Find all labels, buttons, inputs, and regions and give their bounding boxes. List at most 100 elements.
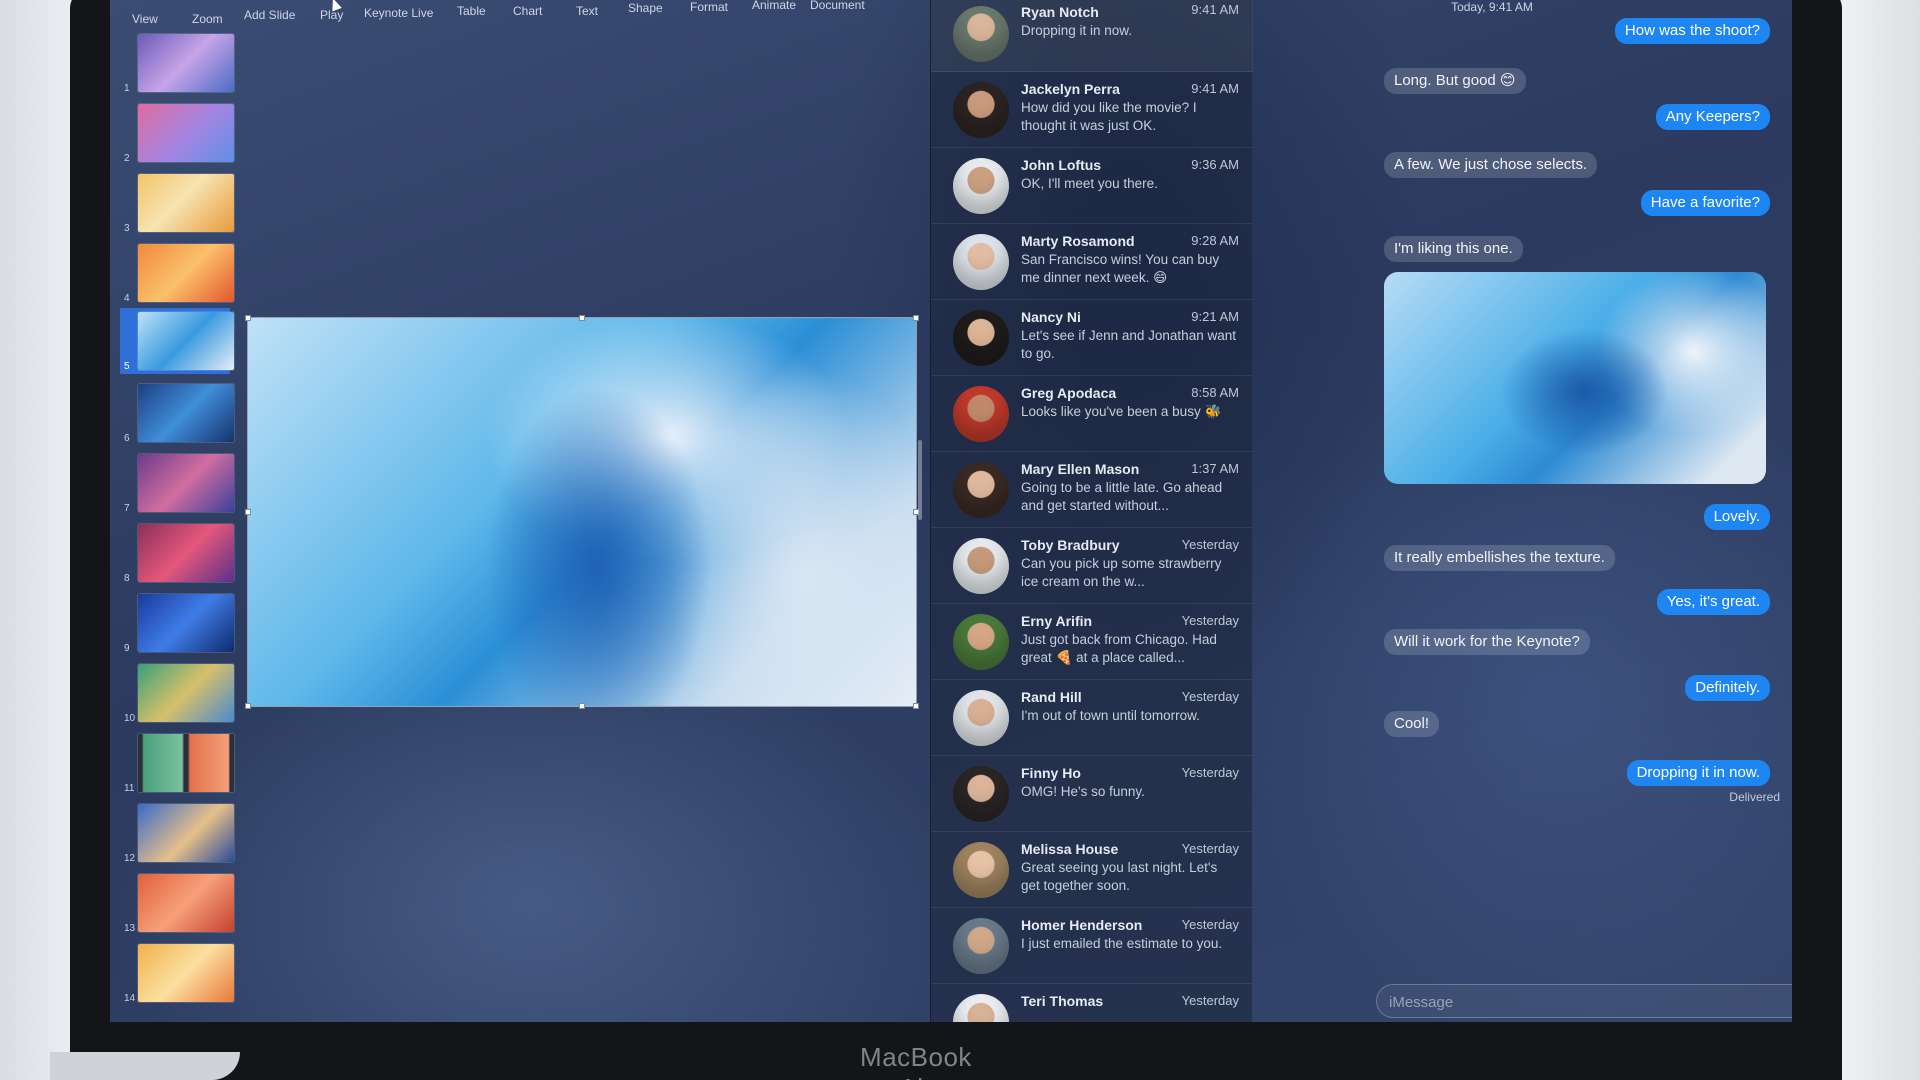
- message-preview: Great seeing you last night. Let's get t…: [1021, 860, 1218, 893]
- slide-thumbnail[interactable]: 13: [120, 870, 234, 936]
- toolbar-table[interactable]: Table: [457, 4, 486, 18]
- slide-number: 9: [124, 643, 130, 654]
- message-time: 9:36 AM: [1191, 157, 1239, 172]
- slide-thumbnail[interactable]: 3: [120, 170, 234, 236]
- resize-handle[interactable]: [913, 315, 919, 321]
- conversation-row[interactable]: Marty Rosamond 9:28 AM San Francisco win…: [931, 224, 1253, 300]
- conversation-row[interactable]: Teri Thomas Yesterday: [931, 984, 1253, 1022]
- message-bubble-incoming: Long. But good 😊: [1384, 68, 1526, 94]
- slide-thumbnail[interactable]: 1: [120, 30, 234, 96]
- toolbar-text[interactable]: Text: [576, 4, 598, 18]
- message-time: Yesterday: [1181, 765, 1239, 780]
- slide-thumbnail[interactable]: 12: [120, 800, 234, 866]
- slide-number: 14: [124, 993, 136, 1004]
- avatar: [953, 842, 1009, 898]
- resize-handle[interactable]: [579, 315, 585, 321]
- contact-name: Erny Arifin: [1021, 613, 1093, 629]
- avatar: [953, 386, 1009, 442]
- conversation-row[interactable]: Erny Arifin Yesterday Just got back from…: [931, 604, 1253, 680]
- slide-preview: [138, 874, 234, 932]
- resize-handle[interactable]: [245, 703, 251, 709]
- contact-name: Teri Thomas: [1021, 993, 1104, 1009]
- message-preview: OK, I'll meet you there.: [1021, 176, 1158, 191]
- toolbar-view[interactable]: View: [132, 12, 158, 26]
- split-view-divider[interactable]: [918, 440, 922, 520]
- conversation-row[interactable]: John Loftus 9:36 AM OK, I'll meet you th…: [931, 148, 1253, 224]
- contact-name: Jackelyn Perra: [1021, 81, 1120, 97]
- message-bubble-outgoing: Yes, it's great.: [1656, 589, 1770, 615]
- conversation-row[interactable]: Greg Apodaca 8:58 AM Looks like you've b…: [931, 376, 1253, 452]
- message-time: Yesterday: [1181, 917, 1239, 932]
- message-time: 8:58 AM: [1191, 385, 1239, 400]
- device-label: MacBook Air: [860, 1042, 972, 1080]
- message-time: 9:41 AM: [1191, 81, 1239, 96]
- resize-handle[interactable]: [245, 315, 251, 321]
- message-preview: How did you like the movie? I thought it…: [1021, 100, 1197, 133]
- message-bubble-outgoing: Any Keepers?: [1655, 104, 1770, 130]
- message-preview: Going to be a little late. Go ahead and …: [1021, 480, 1223, 513]
- slide-preview: [138, 454, 234, 512]
- toolbar-chart[interactable]: Chart: [513, 4, 542, 18]
- slide-thumbnail[interactable]: 14: [120, 940, 234, 1006]
- conversation-row[interactable]: Nancy Ni 9:21 AM Let's see if Jenn and J…: [931, 300, 1253, 376]
- toolbar-shape[interactable]: Shape: [628, 1, 663, 15]
- resize-handle[interactable]: [913, 703, 919, 709]
- slide-thumbnail[interactable]: 8: [120, 520, 234, 586]
- toolbar-zoom[interactable]: Zoom: [192, 12, 223, 26]
- avatar: [953, 918, 1009, 974]
- avatar: [953, 538, 1009, 594]
- message-input[interactable]: [1389, 991, 1749, 1013]
- slide-thumbnail-selected[interactable]: 5: [120, 308, 234, 374]
- message-time: Yesterday: [1181, 537, 1239, 552]
- slide-thumbnail[interactable]: 6: [120, 380, 234, 446]
- conversation-row[interactable]: Toby Bradbury Yesterday Can you pick up …: [931, 528, 1253, 604]
- contact-name: Marty Rosamond: [1021, 233, 1135, 249]
- message-bubble-outgoing: Dropping it in now.: [1626, 760, 1770, 786]
- avatar: [953, 462, 1009, 518]
- message-preview: Just got back from Chicago. Had great 🍕 …: [1021, 632, 1217, 665]
- conversation-row[interactable]: Rand Hill Yesterday I'm out of town unti…: [931, 680, 1253, 756]
- toolbar-add-slide[interactable]: Add Slide: [244, 8, 295, 22]
- conversation-row[interactable]: Finny Ho Yesterday OMG! He's so funny.: [931, 756, 1253, 832]
- message-bubble-outgoing: Lovely.: [1703, 504, 1770, 530]
- slide-thumbnail[interactable]: 10: [120, 660, 234, 726]
- slide-preview: [138, 34, 234, 92]
- contact-name: Ryan Notch: [1021, 4, 1099, 20]
- resize-handle[interactable]: [579, 703, 585, 709]
- conversation-row[interactable]: Mary Ellen Mason 1:37 AM Going to be a l…: [931, 452, 1253, 528]
- toolbar-document[interactable]: Document: [810, 0, 865, 12]
- slide-number: 12: [124, 853, 136, 864]
- slide-number: 7: [124, 503, 130, 514]
- conversation-row[interactable]: Melissa House Yesterday Great seeing you…: [931, 832, 1253, 908]
- slide-thumbnail[interactable]: 7: [120, 450, 234, 516]
- message-bubble-outgoing: Have a favorite?: [1640, 190, 1770, 216]
- slide-canvas[interactable]: [245, 315, 919, 709]
- keynote-toolbar: View Zoom Add Slide Play Keynote Live Ta…: [110, 0, 930, 26]
- contact-name: Rand Hill: [1021, 689, 1082, 705]
- slide-number: 5: [124, 361, 130, 372]
- slide-thumbnail[interactable]: 4: [120, 240, 234, 306]
- resize-handle[interactable]: [245, 509, 251, 515]
- shared-photo[interactable]: [1384, 272, 1766, 484]
- toolbar-format[interactable]: Format: [690, 0, 728, 14]
- keynote-window: View Zoom Add Slide Play Keynote Live Ta…: [110, 0, 930, 1022]
- slide-thumbnail[interactable]: 9: [120, 590, 234, 656]
- slide-number: 11: [124, 783, 135, 794]
- chat-transcript: Today, 9:41 AM How was the shoot? Long. …: [1252, 0, 1792, 1022]
- avatar: [953, 6, 1009, 62]
- slide-preview: [138, 524, 234, 582]
- slide-thumbnail[interactable]: 2: [120, 100, 234, 166]
- conversation-row[interactable]: Ryan Notch 9:41 AM Dropping it in now.: [931, 0, 1253, 72]
- message-preview: I just emailed the estimate to you.: [1021, 936, 1223, 951]
- slide-thumbnail[interactable]: 11: [120, 730, 234, 796]
- message-preview: Dropping it in now.: [1021, 23, 1133, 38]
- slide-number: 3: [124, 223, 130, 234]
- toolbar-animate[interactable]: Animate: [752, 0, 796, 12]
- message-time: 9:21 AM: [1191, 309, 1239, 324]
- conversation-row[interactable]: Jackelyn Perra 9:41 AM How did you like …: [931, 72, 1253, 148]
- avatar: [953, 310, 1009, 366]
- avatar: [953, 158, 1009, 214]
- toolbar-keynote-live[interactable]: Keynote Live: [364, 6, 433, 20]
- conversation-row[interactable]: Homer Henderson Yesterday I just emailed…: [931, 908, 1253, 984]
- laptop-base: [50, 1052, 240, 1080]
